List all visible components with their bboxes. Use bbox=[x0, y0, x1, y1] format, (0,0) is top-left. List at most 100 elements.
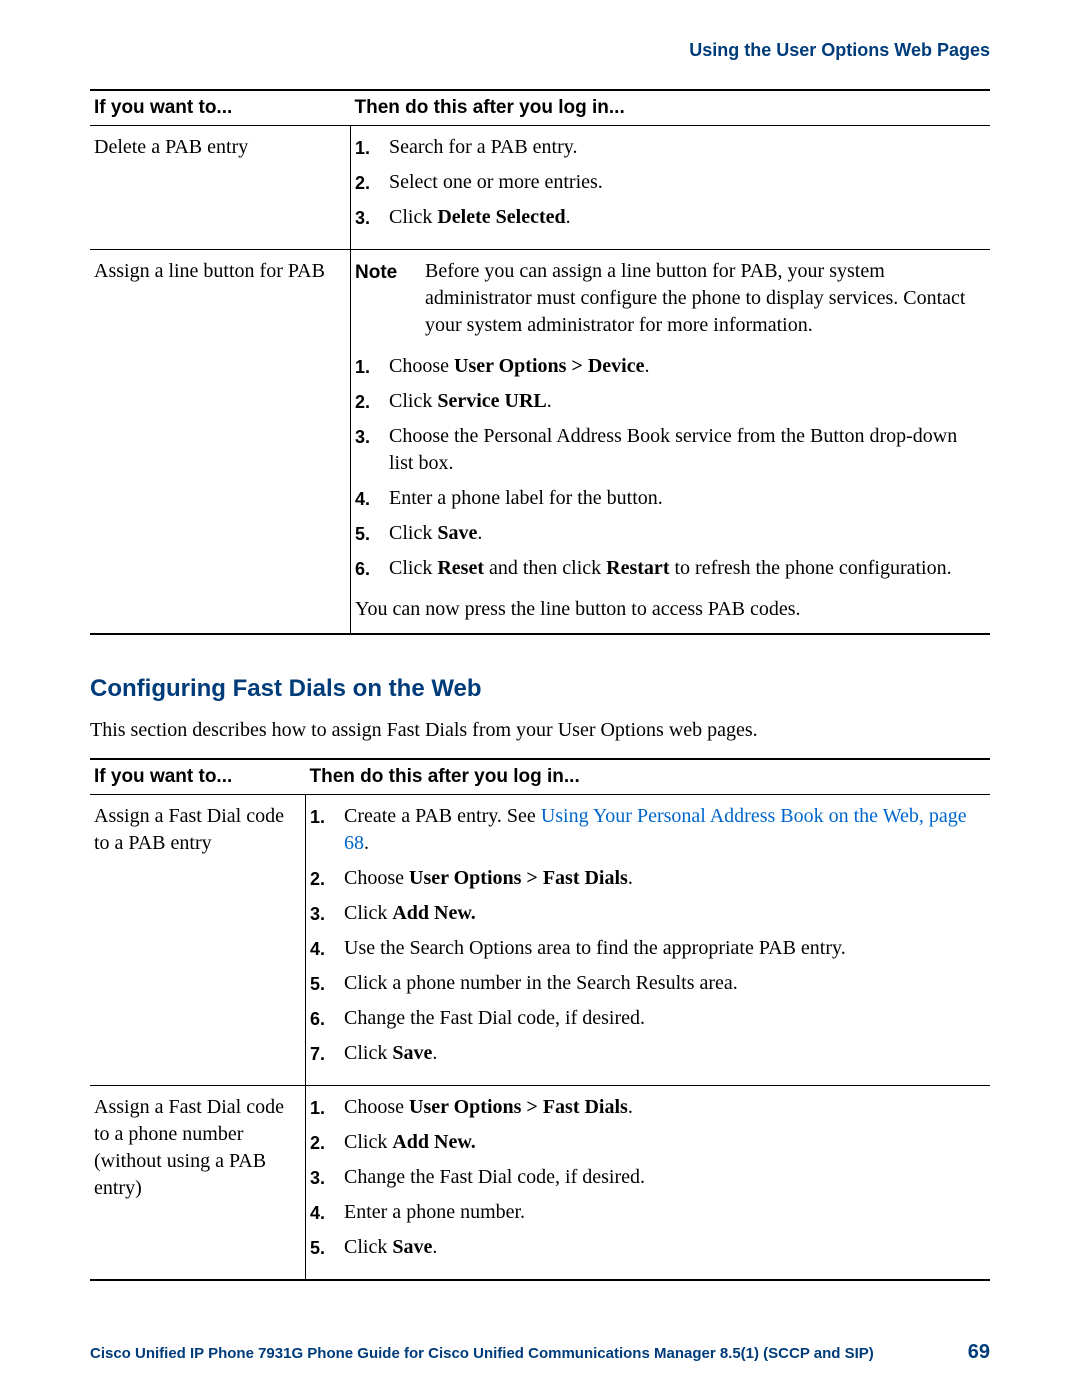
ordered-steps: 1.Create a PAB entry. See Using Your Per… bbox=[310, 803, 984, 1075]
step-text: Create a PAB entry. See Using Your Perso… bbox=[344, 803, 984, 865]
step-text: Click Reset and then click Restart to re… bbox=[389, 555, 984, 590]
step-number: 6. bbox=[310, 1005, 344, 1040]
instructions-cell: 1.Create a PAB entry. See Using Your Per… bbox=[306, 795, 991, 1086]
bold-text: Save bbox=[437, 522, 477, 544]
step-row: 3.Change the Fast Dial code, if desired. bbox=[310, 1164, 984, 1199]
step-text: Click Delete Selected. bbox=[389, 204, 984, 239]
instructions-cell: 1.Search for a PAB entry.2.Select one or… bbox=[351, 126, 991, 250]
bold-text: Service URL bbox=[437, 390, 546, 412]
step-text: Search for a PAB entry. bbox=[389, 134, 984, 169]
step-text: Click Add New. bbox=[344, 900, 984, 935]
step-number: 5. bbox=[310, 970, 344, 1005]
step-row: 5.Click Save. bbox=[310, 1234, 984, 1269]
step-number: 2. bbox=[355, 169, 389, 204]
step-row: 2.Select one or more entries. bbox=[355, 169, 984, 204]
bold-text: Reset bbox=[437, 557, 484, 579]
bold-text: Add New. bbox=[392, 1131, 475, 1153]
step-text: Click Add New. bbox=[344, 1129, 984, 1164]
step-row: 3.Click Add New. bbox=[310, 900, 984, 935]
step-number: 3. bbox=[310, 1164, 344, 1199]
task-cell: Assign a line button for PAB bbox=[90, 250, 351, 635]
step-row: 4.Enter a phone number. bbox=[310, 1199, 984, 1234]
step-text: Click Service URL. bbox=[389, 388, 984, 423]
page-footer: Cisco Unified IP Phone 7931G Phone Guide… bbox=[90, 1341, 990, 1364]
ordered-steps: 1.Search for a PAB entry.2.Select one or… bbox=[355, 134, 984, 239]
ordered-steps: 1.Choose User Options > Device.2.Click S… bbox=[355, 353, 984, 590]
step-text: Use the Search Options area to find the … bbox=[344, 935, 984, 970]
step-row: 3.Choose the Personal Address Book servi… bbox=[355, 423, 984, 485]
step-text: Choose User Options > Fast Dials. bbox=[344, 1094, 984, 1129]
step-row: 6.Change the Fast Dial code, if desired. bbox=[310, 1005, 984, 1040]
step-number: 3. bbox=[310, 900, 344, 935]
bold-text: User Options > Fast Dials bbox=[409, 867, 628, 889]
instruction-table-2: If you want to... Then do this after you… bbox=[90, 758, 990, 1281]
step-number: 1. bbox=[355, 134, 389, 169]
step-number: 1. bbox=[310, 803, 344, 865]
step-number: 3. bbox=[355, 204, 389, 239]
step-number: 5. bbox=[355, 520, 389, 555]
step-row: 1.Create a PAB entry. See Using Your Per… bbox=[310, 803, 984, 865]
cross-reference-link[interactable]: Using Your Personal Address Book on the … bbox=[344, 805, 967, 854]
step-text: Choose the Personal Address Book service… bbox=[389, 423, 984, 485]
bold-text: Delete Selected bbox=[437, 206, 565, 228]
instruction-table-1: If you want to... Then do this after you… bbox=[90, 89, 990, 635]
step-row: 2.Choose User Options > Fast Dials. bbox=[310, 865, 984, 900]
bold-text: Save bbox=[392, 1042, 432, 1064]
instructions-cell: NoteBefore you can assign a line button … bbox=[351, 250, 991, 635]
step-row: 1.Choose User Options > Device. bbox=[355, 353, 984, 388]
step-text: Choose User Options > Device. bbox=[389, 353, 984, 388]
footer-title: Cisco Unified IP Phone 7931G Phone Guide… bbox=[90, 1345, 874, 1362]
note-label: Note bbox=[355, 258, 425, 339]
table-row: Assign a Fast Dial code to a phone numbe… bbox=[90, 1086, 990, 1281]
bold-text: Restart bbox=[606, 557, 669, 579]
step-row: 2.Click Service URL. bbox=[355, 388, 984, 423]
step-number: 1. bbox=[355, 353, 389, 388]
step-row: 3.Click Delete Selected. bbox=[355, 204, 984, 239]
step-row: 2.Click Add New. bbox=[310, 1129, 984, 1164]
step-row: 4.Enter a phone label for the button. bbox=[355, 485, 984, 520]
step-number: 2. bbox=[310, 1129, 344, 1164]
table1-body: Delete a PAB entry1.Search for a PAB ent… bbox=[90, 126, 990, 635]
bold-text: User Options > Fast Dials bbox=[409, 1096, 628, 1118]
step-text: Click Save. bbox=[344, 1040, 984, 1075]
step-number: 3. bbox=[355, 423, 389, 485]
table1-header-col2: Then do this after you log in... bbox=[351, 90, 991, 126]
step-number: 5. bbox=[310, 1234, 344, 1269]
bold-text: Save bbox=[392, 1236, 432, 1258]
step-text: Change the Fast Dial code, if desired. bbox=[344, 1005, 984, 1040]
task-cell: Assign a Fast Dial code to a PAB entry bbox=[90, 795, 306, 1086]
step-text: Enter a phone number. bbox=[344, 1199, 984, 1234]
section2-intro: This section describes how to assign Fas… bbox=[90, 717, 990, 744]
table2-header-col2: Then do this after you log in... bbox=[306, 759, 991, 795]
table-row: Assign a line button for PABNoteBefore y… bbox=[90, 250, 990, 635]
step-row: 7.Click Save. bbox=[310, 1040, 984, 1075]
step-row: 5.Click a phone number in the Search Res… bbox=[310, 970, 984, 1005]
note-block: NoteBefore you can assign a line button … bbox=[355, 258, 984, 339]
instructions-cell: 1.Choose User Options > Fast Dials.2.Cli… bbox=[306, 1086, 991, 1281]
section2-heading: Configuring Fast Dials on the Web bbox=[90, 675, 990, 703]
step-text: Click Save. bbox=[344, 1234, 984, 1269]
step-number: 1. bbox=[310, 1094, 344, 1129]
step-number: 6. bbox=[355, 555, 389, 590]
task-cell: Delete a PAB entry bbox=[90, 126, 351, 250]
bold-text: User Options > Device bbox=[454, 355, 644, 377]
step-number: 4. bbox=[355, 485, 389, 520]
step-text: Choose User Options > Fast Dials. bbox=[344, 865, 984, 900]
closing-text: You can now press the line button to acc… bbox=[355, 590, 984, 623]
step-number: 2. bbox=[355, 388, 389, 423]
note-text: Before you can assign a line button for … bbox=[425, 258, 984, 339]
table2-body: Assign a Fast Dial code to a PAB entry1.… bbox=[90, 795, 990, 1281]
step-text: Click a phone number in the Search Resul… bbox=[344, 970, 984, 1005]
step-text: Change the Fast Dial code, if desired. bbox=[344, 1164, 984, 1199]
section-header: Using the User Options Web Pages bbox=[90, 40, 990, 61]
table-row: Delete a PAB entry1.Search for a PAB ent… bbox=[90, 126, 990, 250]
step-row: 4.Use the Search Options area to find th… bbox=[310, 935, 984, 970]
bold-text: Add New. bbox=[392, 902, 475, 924]
step-row: 5.Click Save. bbox=[355, 520, 984, 555]
table1-header-col1: If you want to... bbox=[90, 90, 351, 126]
step-number: 7. bbox=[310, 1040, 344, 1075]
step-row: 1.Search for a PAB entry. bbox=[355, 134, 984, 169]
footer-page-number: 69 bbox=[968, 1341, 990, 1364]
step-row: 6.Click Reset and then click Restart to … bbox=[355, 555, 984, 590]
step-number: 4. bbox=[310, 1199, 344, 1234]
